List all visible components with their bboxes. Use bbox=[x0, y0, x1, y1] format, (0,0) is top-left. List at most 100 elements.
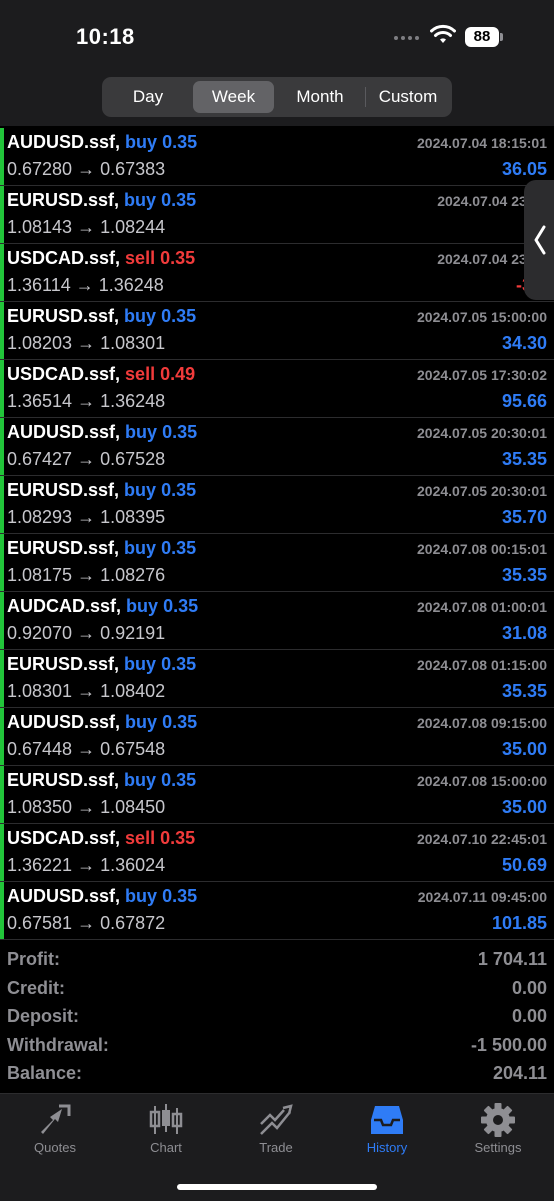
summary-profit-row: Profit: 1 704.11 bbox=[0, 946, 554, 975]
deal-profit: 50.69 bbox=[501, 855, 547, 875]
deal-datetime: 2024.07.08 15:00:00 bbox=[417, 773, 547, 789]
deal-marker bbox=[0, 186, 4, 243]
deal-row[interactable]: USDCAD.ssf, sell 0.49 1.36514 → 1.36248 20… bbox=[0, 360, 554, 418]
deal-row[interactable]: AUDUSD.ssf, buy 0.35 0.67448 → 0.67548 202… bbox=[0, 708, 554, 766]
deal-symbol: EURUSD.ssf, bbox=[7, 770, 120, 790]
deal-symbol: EURUSD.ssf, bbox=[7, 306, 120, 326]
deal-side: buy bbox=[125, 132, 158, 152]
deal-side: buy bbox=[125, 886, 158, 906]
deal-row[interactable]: AUDUSD.ssf, buy 0.35 0.67581 → 0.67872 202… bbox=[0, 882, 554, 940]
chevron-left-icon bbox=[534, 225, 546, 255]
summary-credit-row: Credit: 0.00 bbox=[0, 975, 554, 1004]
deal-profit: 35.35 bbox=[501, 449, 547, 469]
deal-profit: 31.08 bbox=[501, 623, 547, 643]
segment-week[interactable]: Week bbox=[193, 81, 274, 113]
deal-volume: 0.35 bbox=[160, 828, 196, 848]
deal-symbol: AUDUSD.ssf, bbox=[7, 422, 121, 442]
segment-month[interactable]: Month bbox=[277, 81, 363, 113]
segment-divider bbox=[365, 87, 366, 107]
deal-side: sell bbox=[125, 248, 156, 268]
deal-title: EURUSD.ssf, buy 0.35 bbox=[7, 480, 196, 501]
deal-datetime: 2024.07.05 15:00:00 bbox=[417, 309, 547, 325]
deal-row[interactable]: AUDCAD.ssf, buy 0.35 0.92070 → 0.92191 202… bbox=[0, 592, 554, 650]
deal-prices: 0.92070 → 0.92191 bbox=[7, 623, 166, 643]
deal-side: sell bbox=[125, 828, 156, 848]
deal-marker bbox=[0, 766, 4, 823]
deal-side: buy bbox=[125, 712, 158, 732]
deal-marker bbox=[0, 244, 4, 301]
summary-value: 0.00 bbox=[511, 977, 547, 998]
history-icon bbox=[371, 1106, 403, 1134]
deal-title: AUDUSD.ssf, buy 0.35 bbox=[7, 132, 197, 153]
deal-profit: 101.85 bbox=[491, 913, 547, 933]
deal-prices: 0.67427 → 0.67528 bbox=[7, 449, 166, 469]
quotes-icon bbox=[41, 1104, 71, 1134]
summary-label: Balance: bbox=[7, 1063, 83, 1083]
tab-label: History bbox=[366, 1140, 408, 1155]
tab-settings[interactable]: Settings bbox=[443, 1094, 553, 1164]
battery-tip bbox=[500, 33, 503, 41]
deal-side: buy bbox=[124, 770, 157, 790]
segment-custom[interactable]: Custom bbox=[367, 81, 449, 113]
deal-marker bbox=[0, 708, 4, 765]
summary-label: Profit: bbox=[7, 949, 60, 969]
trade-icon bbox=[260, 1104, 293, 1135]
deal-datetime: 2024.07.08 01:15:00 bbox=[417, 657, 547, 673]
deal-title: EURUSD.ssf, buy 0.35 bbox=[7, 538, 196, 559]
deal-prices: 1.08175 → 1.08276 bbox=[7, 565, 166, 585]
deal-symbol: EURUSD.ssf, bbox=[7, 654, 120, 674]
deal-title: EURUSD.ssf, buy 0.35 bbox=[7, 190, 196, 211]
deal-title: USDCAD.ssf, sell 0.35 bbox=[7, 828, 195, 849]
deal-row[interactable]: EURUSD.ssf, buy 0.35 1.08175 → 1.08276 202… bbox=[0, 534, 554, 592]
deal-volume: 0.35 bbox=[161, 654, 197, 674]
deal-row[interactable]: EURUSD.ssf, buy 0.35 1.08293 → 1.08395 202… bbox=[0, 476, 554, 534]
summary-value: 204.11 bbox=[492, 1063, 547, 1083]
deal-prices: 1.36221 → 1.36024 bbox=[7, 855, 166, 875]
deal-prices: 0.67448 → 0.67548 bbox=[7, 739, 166, 759]
deal-profit: 95.66 bbox=[501, 391, 547, 411]
deal-symbol: AUDUSD.ssf, bbox=[7, 132, 121, 152]
deal-side: buy bbox=[124, 306, 157, 326]
deal-volume: 0.35 bbox=[163, 596, 199, 616]
deal-prices: 1.36514 → 1.36248 bbox=[7, 391, 166, 411]
deal-row[interactable]: EURUSD.ssf, buy 0.35 1.08301 → 1.08402 202… bbox=[0, 650, 554, 708]
tab-label: Chart bbox=[150, 1140, 182, 1155]
deal-prices: 1.08203 → 1.08301 bbox=[7, 333, 166, 353]
deal-row[interactable]: EURUSD.ssf, buy 0.35 1.08203 → 1.08301 202… bbox=[0, 302, 554, 360]
deal-symbol: EURUSD.ssf, bbox=[7, 190, 120, 210]
deal-title: EURUSD.ssf, buy 0.35 bbox=[7, 770, 196, 791]
deal-datetime: 2024.07.08 09:15:00 bbox=[417, 715, 547, 731]
deal-datetime: 2024.07.05 20:30:01 bbox=[417, 483, 547, 499]
segment-day[interactable]: Day bbox=[106, 81, 190, 113]
deal-row[interactable]: USDCAD.ssf, sell 0.35 1.36114 → 1.36248 20… bbox=[0, 244, 554, 302]
deal-datetime: 2024.07.08 00:15:01 bbox=[417, 541, 547, 557]
deal-row[interactable]: EURUSD.ssf, buy 0.35 1.08143 → 1.08244 202… bbox=[0, 186, 554, 244]
deal-profit: 35.70 bbox=[501, 507, 547, 527]
deal-row[interactable]: AUDUSD.ssf, buy 0.35 0.67427 → 0.67528 202… bbox=[0, 418, 554, 476]
deal-row[interactable]: USDCAD.ssf, sell 0.35 1.36221 → 1.36024 20… bbox=[0, 824, 554, 882]
home-indicator bbox=[177, 1184, 377, 1190]
tab-label: Quotes bbox=[34, 1140, 76, 1155]
tab-quotes[interactable]: Quotes bbox=[0, 1094, 110, 1164]
side-panel-handle[interactable] bbox=[524, 180, 554, 300]
deal-row[interactable]: EURUSD.ssf, buy 0.35 1.08350 → 1.08450 202… bbox=[0, 766, 554, 824]
summary-label: Deposit: bbox=[7, 1006, 79, 1026]
deal-marker bbox=[0, 302, 4, 359]
deal-marker bbox=[0, 418, 4, 475]
deals-list: AUDUSD.ssf, buy 0.35 0.67280 → 0.67383 202… bbox=[0, 128, 554, 940]
deal-volume: 0.35 bbox=[162, 712, 198, 732]
deal-symbol: USDCAD.ssf, bbox=[7, 364, 121, 384]
deal-symbol: USDCAD.ssf, bbox=[7, 828, 121, 848]
deal-profit: 35.35 bbox=[501, 565, 547, 585]
tab-chart[interactable]: Chart bbox=[111, 1094, 221, 1164]
deal-volume: 0.35 bbox=[161, 306, 197, 326]
deal-prices: 1.08301 → 1.08402 bbox=[7, 681, 166, 701]
deal-profit: 35.00 bbox=[501, 739, 547, 759]
deal-row[interactable]: AUDUSD.ssf, buy 0.35 0.67280 → 0.67383 202… bbox=[0, 128, 554, 186]
status-time: 10:18 bbox=[76, 24, 135, 49]
deal-title: EURUSD.ssf, buy 0.35 bbox=[7, 654, 196, 675]
tab-history[interactable]: History bbox=[332, 1094, 442, 1164]
deal-title: AUDUSD.ssf, buy 0.35 bbox=[7, 712, 197, 733]
deal-side: sell bbox=[125, 364, 156, 384]
tab-trade[interactable]: Trade bbox=[221, 1094, 331, 1164]
